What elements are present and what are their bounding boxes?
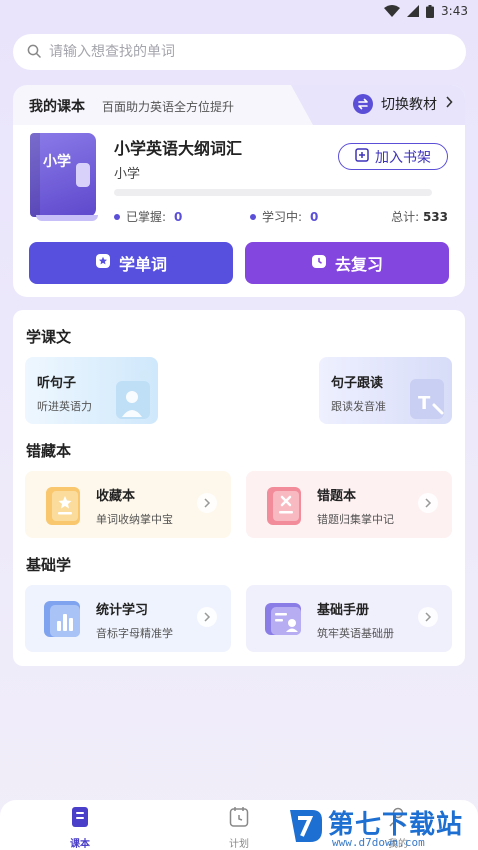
search-input[interactable] [49,44,429,60]
total-value: 533 [422,210,448,224]
plus-square-icon [355,147,369,166]
chevron-right-icon [445,96,453,112]
watermark: 第七下载站 www.d7down.com [280,800,478,850]
statistics-study-tile[interactable]: 统计学习 音标字母精准学 [25,585,231,652]
learning-stat: 学习中: 0 [250,208,318,225]
favorites-book-icon [42,485,84,525]
favorites-subtitle: 单词收纳掌中宝 [96,513,173,526]
nav-plan-label: 计划 [229,839,249,850]
learning-progress-bar [114,189,432,196]
mistakes-title: 错题本 [317,489,357,504]
statistics-study-title: 统计学习 [96,603,149,618]
total-label: 总计: [391,210,420,224]
textbook-tabs: 我的课本 百面助力英语全方位提升 切换教材 [13,85,465,125]
mistakes-book-icon [263,485,305,525]
search-icon [27,43,41,62]
mastered-stat: 已掌握: 0 [114,208,182,225]
watermark-logo [286,804,326,850]
add-to-shelf-label: 加入书架 [375,149,431,166]
learn-words-button[interactable]: 学单词 [29,242,233,284]
status-bar: 3:43 [0,0,478,24]
nav-item-course[interactable]: 课本 [50,806,110,850]
signal-icon [407,5,420,17]
chevron-right-icon [197,607,217,627]
clock-time: 3:43 [441,4,468,18]
search-bar[interactable] [13,34,466,70]
text-card-icon: T [404,369,448,424]
star-badge-icon [95,253,111,273]
book-cover[interactable]: 小学 [30,133,98,221]
basic-manual-tile[interactable]: 基础手册 筑牢英语基础册 [246,585,452,652]
listen-sentence-title: 听句子 [37,376,77,391]
review-button[interactable]: 去复习 [245,242,449,284]
listening-person-icon [110,369,152,424]
my-textbook-subtitle: 百面助力英语全方位提升 [102,100,235,114]
book-level: 小学 [114,167,141,182]
chevron-right-icon [418,607,438,627]
statistics-study-subtitle: 音标字母精准学 [96,627,173,640]
my-textbook-tab: 我的课本 百面助力英语全方位提升 [13,85,313,125]
id-card-icon [263,599,305,639]
listen-sentence-subtitle: 听进英语力 [37,400,92,413]
learn-words-label: 学单词 [118,255,167,274]
watermark-url: www.d7down.com [332,836,425,849]
chevron-right-icon [418,493,438,513]
read-along-subtitle: 跟读发音准 [331,400,386,413]
total-stat: 总计: 533 [391,208,448,225]
my-textbook-card: 我的课本 百面助力英语全方位提升 切换教材 小学 小学英语大纲词汇 小学 加入书… [13,85,465,297]
basic-manual-subtitle: 筑牢英语基础册 [317,627,394,640]
learning-label: 学习中: [262,210,303,224]
favorites-tile[interactable]: 收藏本 单词收纳掌中宝 [25,471,231,538]
alarm-clock-icon [311,253,327,273]
mastered-label: 已掌握: [126,210,167,224]
calendar-icon [229,806,249,832]
study-sections-card: 学课文 听句子 听进英语力 句子跟读 跟读发音准 T 错藏本 收藏本 单词收纳掌… [13,310,465,666]
switch-textbook-label: 切换教材 [381,97,437,113]
review-label: 去复习 [334,255,383,274]
my-textbook-title: 我的课本 [29,99,85,115]
add-to-shelf-button[interactable]: 加入书架 [338,143,448,170]
book-cover-text: 小学 [43,154,71,170]
mistakes-subtitle: 错题归集掌中记 [317,513,394,526]
battery-icon [426,4,435,18]
bar-chart-icon [42,599,84,639]
read-along-title: 句子跟读 [331,376,384,391]
book-name: 小学英语大纲词汇 [114,139,243,158]
switch-textbook-button[interactable]: 切换教材 [353,94,453,114]
svg-text:T: T [418,393,431,414]
nav-item-plan[interactable]: 计划 [209,806,269,850]
section-title-lessons: 学课文 [26,328,72,346]
basic-manual-title: 基础手册 [317,603,370,618]
section-title-notebook: 错藏本 [26,442,72,460]
mistakes-tile[interactable]: 错题本 错题归集掌中记 [246,471,452,538]
nav-course-label: 课本 [70,839,90,850]
switch-icon [353,94,373,114]
mastered-value: 0 [174,209,183,224]
learning-value: 0 [310,209,319,224]
book-icon [70,806,90,832]
listen-sentence-tile[interactable]: 听句子 听进英语力 [25,357,158,424]
wifi-icon [384,5,401,17]
section-title-basics: 基础学 [26,556,72,574]
chevron-right-icon [197,493,217,513]
sentence-read-along-tile[interactable]: 句子跟读 跟读发音准 T [319,357,452,424]
favorites-title: 收藏本 [96,489,136,504]
